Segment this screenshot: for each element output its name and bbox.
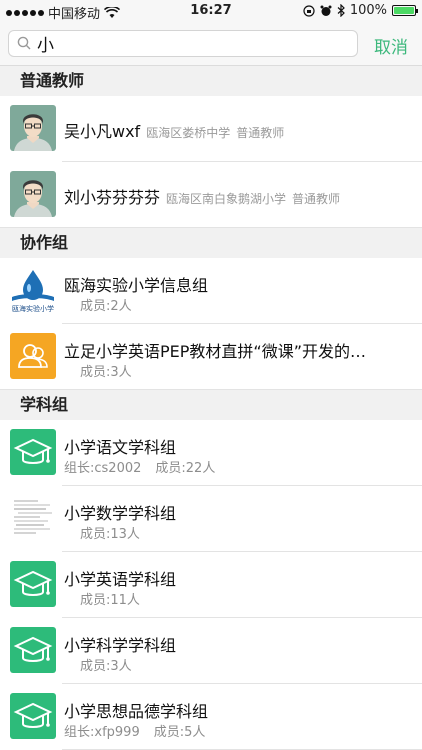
alarm-icon [320, 5, 332, 16]
subject-title: 小学语文学科组 [64, 438, 177, 457]
status-right: 100% [303, 3, 418, 18]
subject-meta: 组长:cs2002 成员:22人 [64, 457, 215, 476]
group-title: 立足小学英语PEP教材直拼“微课”开发的… [64, 342, 366, 361]
battery-percent: 100% [349, 3, 387, 18]
search-results: 普通教师 吴小凡wxf 瓯海区娄桥中学 普通教师 刘小芬芬芬芬 瓯海区南白象鹅湖… [0, 66, 422, 750]
document-thumbnail-icon [10, 495, 56, 541]
teacher-name: 吴小凡wxf [64, 122, 141, 141]
teacher-avatar [10, 105, 56, 151]
bluetooth-icon [337, 4, 345, 17]
teacher-info: 刘小芬芬芬芬 瓯海区南白象鹅湖小学 普通教师 [64, 184, 340, 208]
person-avatar-icon [10, 171, 56, 217]
group-meta: 成员:2人 [80, 295, 132, 314]
teacher-name: 刘小芬芬芬芬 [64, 188, 161, 207]
section-header-groups: 协作组 [0, 228, 422, 258]
subject-title: 小学思想品德学科组 [64, 702, 209, 721]
group-row[interactable]: 瓯海实验小学 瓯海实验小学信息组 成员:2人 [0, 258, 422, 324]
search-bar: 取消 [0, 22, 422, 66]
teacher-info: 吴小凡wxf 瓯海区娄桥中学 普通教师 [64, 118, 284, 142]
group-row[interactable]: 立足小学英语PEP教材直拼“微课”开发的… 成员:3人 [0, 324, 422, 390]
subject-row[interactable]: 小学科学学科组 成员:3人 [0, 618, 422, 684]
person-avatar-icon [10, 105, 56, 151]
rotation-lock-icon [303, 4, 315, 17]
subject-title: 小学科学学科组 [64, 636, 177, 655]
group-title: 瓯海实验小学信息组 [64, 276, 209, 295]
subject-avatar [10, 561, 56, 607]
subject-title: 小学英语学科组 [64, 570, 177, 589]
teacher-row[interactable]: 刘小芬芬芬芬 瓯海区南白象鹅湖小学 普通教师 [0, 162, 422, 228]
subject-meta: 成员:11人 [80, 589, 140, 608]
cancel-button[interactable]: 取消 [374, 33, 408, 58]
teacher-role: 普通教师 [292, 192, 341, 206]
member-count: 成员:2人 [80, 299, 132, 314]
subject-avatar [10, 495, 56, 541]
teacher-role: 普通教师 [236, 126, 285, 140]
battery-icon [392, 5, 418, 16]
search-field[interactable] [8, 30, 358, 57]
subject-row[interactable]: 小学英语学科组 成员:11人 [0, 552, 422, 618]
member-count: 成员:3人 [80, 365, 132, 380]
member-count: 成员:11人 [80, 593, 140, 608]
graduation-cap-icon [10, 561, 56, 607]
group-meta: 成员:3人 [80, 361, 132, 380]
graduation-cap-icon [10, 693, 56, 739]
status-bar: 中国移动 16:27 100% [0, 0, 422, 22]
group-avatar [10, 333, 56, 379]
svg-text:瓯海实验小学: 瓯海实验小学 [12, 304, 54, 313]
subject-avatar [10, 429, 56, 475]
subject-row[interactable]: 小学思想品德学科组 组长:xfp999 成员:5人 [0, 684, 422, 750]
teacher-school: 瓯海区南白象鹅湖小学 [166, 192, 287, 206]
graduation-cap-icon [10, 429, 56, 475]
group-leader: 组长:cs2002 [64, 461, 142, 476]
teacher-row[interactable]: 吴小凡wxf 瓯海区娄桥中学 普通教师 [0, 96, 422, 162]
search-input[interactable] [37, 32, 347, 55]
member-count: 成员:5人 [153, 725, 206, 740]
subject-avatar [10, 693, 56, 739]
teacher-avatar [10, 171, 56, 217]
subject-meta: 成员:3人 [80, 655, 132, 674]
subject-row[interactable]: 小学语文学科组 组长:cs2002 成员:22人 [0, 420, 422, 486]
group-leader: 组长:xfp999 [64, 725, 140, 740]
search-icon [17, 36, 31, 50]
graduation-cap-icon [10, 627, 56, 673]
subject-meta: 成员:13人 [80, 523, 140, 542]
subject-avatar [10, 627, 56, 673]
group-people-icon [10, 333, 56, 379]
member-count: 成员:3人 [80, 659, 132, 674]
subject-title: 小学数学学科组 [64, 504, 177, 523]
school-logo-icon: 瓯海实验小学 [10, 267, 56, 313]
group-avatar: 瓯海实验小学 [10, 267, 56, 313]
member-count: 成员:22人 [155, 461, 216, 476]
subject-meta: 组长:xfp999 成员:5人 [64, 721, 205, 740]
section-header-teachers: 普通教师 [0, 66, 422, 96]
subject-row[interactable]: 小学数学学科组 成员:13人 [0, 486, 422, 552]
teacher-school: 瓯海区娄桥中学 [146, 126, 231, 140]
section-header-subjects: 学科组 [0, 390, 422, 420]
member-count: 成员:13人 [80, 527, 140, 542]
